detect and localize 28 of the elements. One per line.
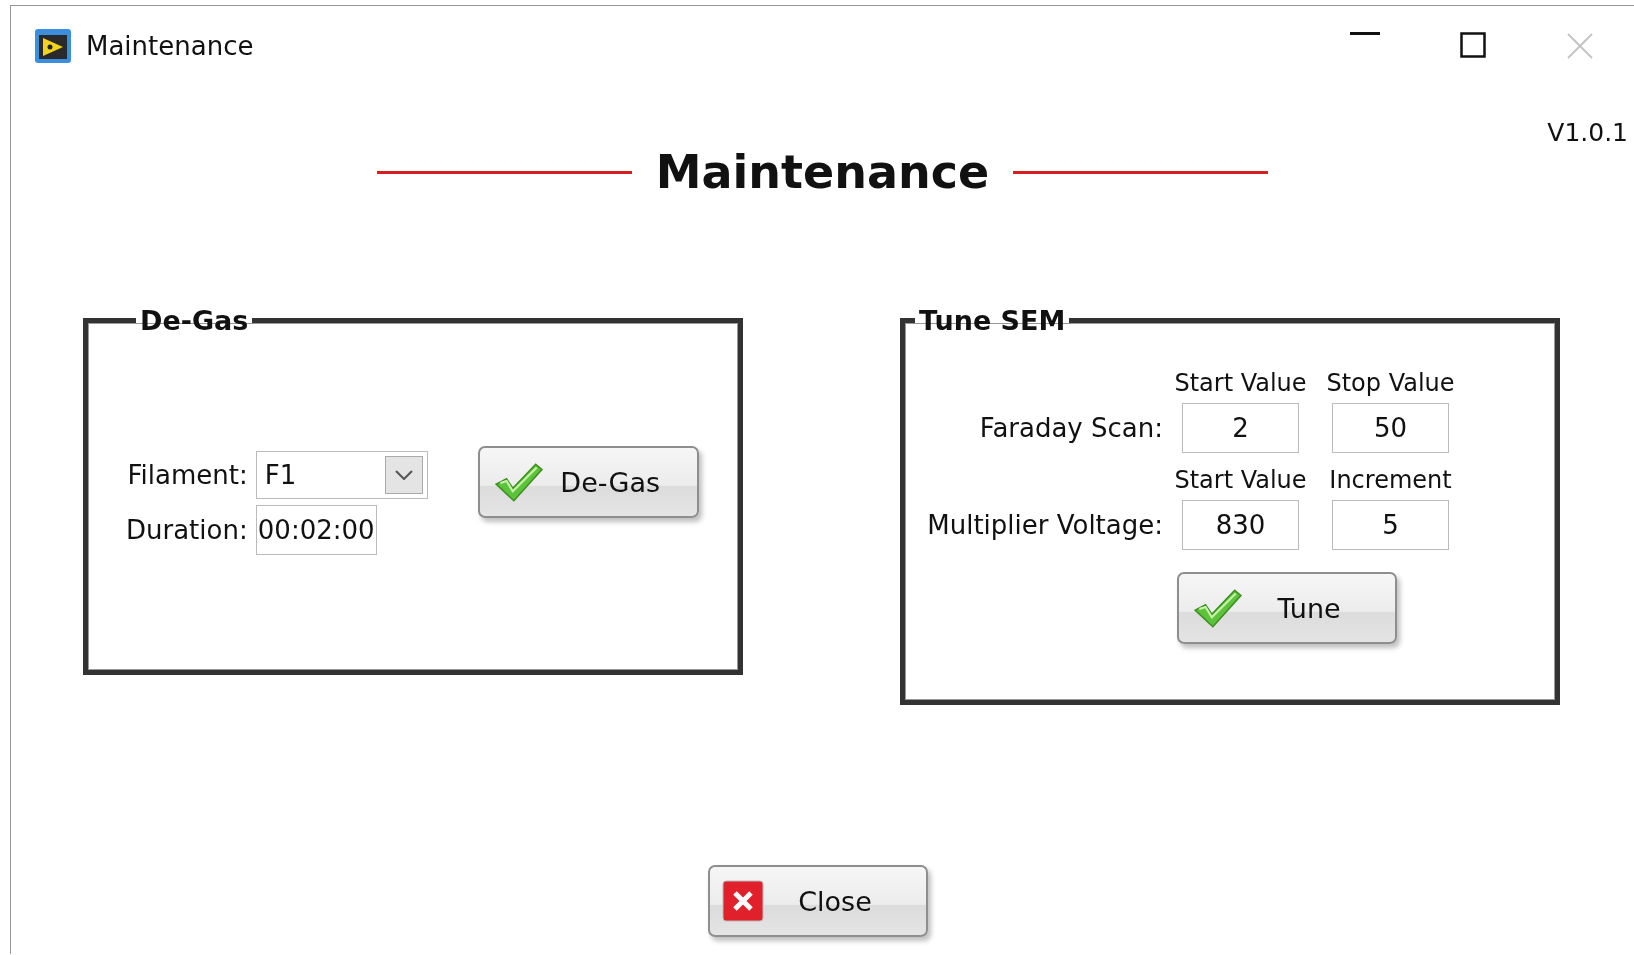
field-label: Filament: (126, 460, 248, 490)
close-icon (722, 880, 764, 922)
minimize-icon[interactable] (1350, 32, 1380, 36)
number-field[interactable]: 830 (1182, 500, 1299, 551)
maximize-icon[interactable] (1460, 32, 1486, 58)
number-field[interactable]: 5 (1332, 500, 1449, 551)
window-title: Maintenance (86, 31, 254, 61)
panel-title: Tune SEM (918, 305, 1067, 336)
degas-button[interactable]: De-Gas (477, 446, 699, 518)
number-field[interactable]: 50 (1332, 403, 1449, 454)
column-header: Stop Value (1326, 368, 1455, 399)
tune-button[interactable]: Tune (1177, 572, 1397, 645)
chevron-down-icon (394, 470, 413, 480)
check-icon (1191, 587, 1243, 630)
panel-title: De-Gas (139, 305, 250, 336)
field-label: Faraday Scan: (979, 413, 1163, 444)
app-icon (34, 28, 72, 64)
field-label: Multiplier Voltage: (927, 510, 1163, 541)
filament-dropdown[interactable]: F1 (255, 451, 428, 499)
number-field[interactable]: 2 (1182, 403, 1299, 454)
page-heading: Maintenance (655, 145, 990, 199)
close-button[interactable]: Close (708, 865, 928, 937)
duration-field[interactable]: 00:02:00 (255, 505, 377, 555)
column-header: Start Value (1174, 465, 1307, 497)
field-label: Duration: (126, 515, 248, 545)
version-label: V1.0.1 (1547, 118, 1628, 147)
column-header: Start Value (1174, 368, 1307, 399)
column-header: Increment (1329, 465, 1452, 497)
